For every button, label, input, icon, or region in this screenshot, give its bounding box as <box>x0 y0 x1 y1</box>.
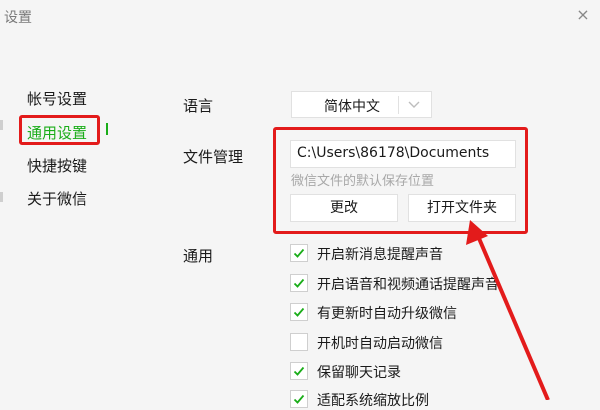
annotation-arrow <box>466 220 550 400</box>
settings-window: 设置 × 帐号设置 通用设置 快捷按键 关于微信 语言 简体中文 文件管理 C:… <box>0 0 600 409</box>
